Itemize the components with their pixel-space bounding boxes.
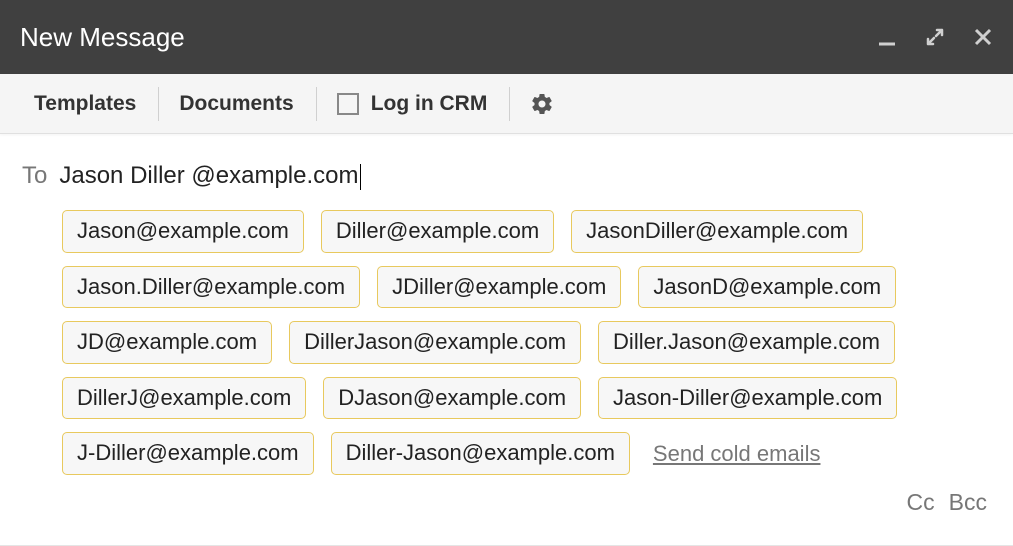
toolbar-separator [316, 87, 317, 121]
email-suggestion-chip[interactable]: Jason.Diller@example.com [62, 266, 360, 309]
toolbar-separator [509, 87, 510, 121]
email-suggestion-chip[interactable]: Diller.Jason@example.com [598, 321, 895, 364]
email-suggestion-chip[interactable]: JasonDiller@example.com [571, 210, 863, 253]
email-suggestion-chip[interactable]: JasonD@example.com [638, 266, 896, 309]
documents-button[interactable]: Documents [163, 88, 311, 120]
toolbar-separator [158, 87, 159, 121]
email-suggestion-chip[interactable]: Diller@example.com [321, 210, 554, 253]
expand-icon[interactable] [925, 27, 945, 47]
compose-window: New Message Templates Documents Log in C… [0, 0, 1013, 546]
to-label: To [22, 162, 47, 190]
minimize-icon[interactable] [877, 27, 897, 47]
email-suggestion-chip[interactable]: DJason@example.com [323, 377, 581, 420]
email-suggestion-chip[interactable]: Diller-Jason@example.com [331, 432, 630, 475]
email-suggestion-chip[interactable]: Jason-Diller@example.com [598, 377, 897, 420]
cc-bcc-row: Cc Bcc [22, 489, 991, 516]
titlebar: New Message [0, 0, 1013, 74]
to-input[interactable]: Jason Diller @example.com [59, 162, 358, 189]
email-suggestion-chip[interactable]: DillerJ@example.com [62, 377, 306, 420]
email-suggestion-chip[interactable]: JDiller@example.com [377, 266, 621, 309]
email-suggestion-chip[interactable]: DillerJason@example.com [289, 321, 581, 364]
bcc-link[interactable]: Bcc [949, 489, 987, 516]
window-controls [877, 27, 993, 47]
email-suggestion-chip[interactable]: Jason@example.com [62, 210, 304, 253]
gear-icon [530, 92, 554, 116]
settings-button[interactable] [514, 88, 570, 120]
email-suggestion-chip[interactable]: JD@example.com [62, 321, 272, 364]
email-suggestions: Jason@example.com Diller@example.com Jason… [62, 210, 991, 475]
close-icon[interactable] [973, 27, 993, 47]
log-in-crm-label: Log in CRM [371, 92, 488, 116]
to-input-wrap: Jason Diller @example.com [59, 162, 358, 190]
text-caret [360, 164, 361, 190]
to-field-row: To Jason Diller @example.com [22, 162, 991, 190]
log-in-crm-toggle[interactable]: Log in CRM [321, 88, 506, 120]
log-in-crm-checkbox[interactable] [337, 93, 359, 115]
window-title: New Message [20, 22, 185, 53]
toolbar: Templates Documents Log in CRM [0, 74, 1013, 134]
cc-link[interactable]: Cc [907, 489, 935, 516]
email-suggestion-chip[interactable]: J-Diller@example.com [62, 432, 314, 475]
send-cold-emails-link[interactable]: Send cold emails [653, 441, 821, 467]
compose-body: To Jason Diller @example.com Jason@examp… [0, 134, 1013, 546]
templates-button[interactable]: Templates [18, 88, 154, 120]
